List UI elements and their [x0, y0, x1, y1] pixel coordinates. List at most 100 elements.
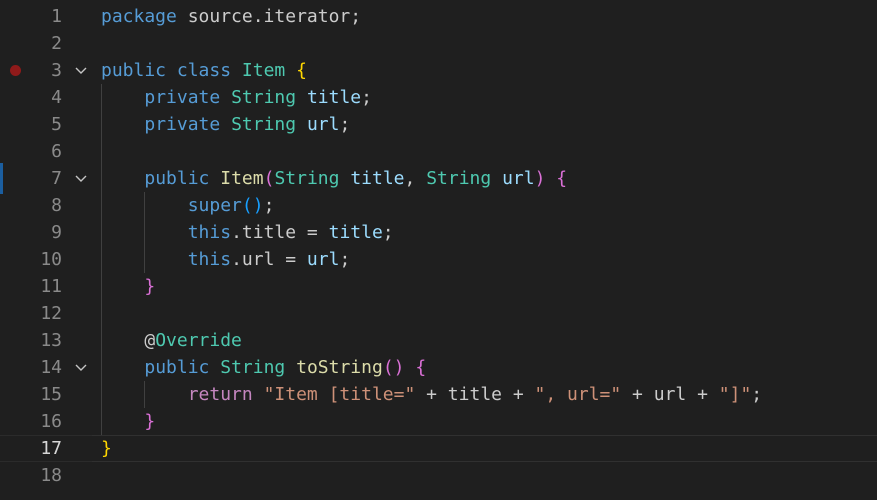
- line-number[interactable]: 6: [22, 141, 62, 163]
- code-token: (: [263, 168, 275, 189]
- code-line[interactable]: 15 return "Item [title=" + title + ", ur…: [0, 381, 877, 408]
- code-text[interactable]: public class Item {: [101, 60, 307, 82]
- code-token: + title +: [415, 384, 535, 405]
- code-line[interactable]: 2: [0, 30, 877, 57]
- code-token: private: [144, 114, 221, 135]
- code-token: return: [187, 384, 253, 405]
- code-token: {: [556, 168, 568, 189]
- code-token: ;: [263, 195, 275, 216]
- code-token: url: [306, 114, 340, 135]
- line-number[interactable]: 17: [22, 438, 62, 460]
- chevron-down-icon[interactable]: [74, 357, 90, 377]
- line-number[interactable]: 18: [22, 465, 62, 487]
- code-line[interactable]: 7 public Item(String title, String url) …: [0, 165, 877, 192]
- code-text[interactable]: }: [101, 411, 155, 433]
- code-token: public: [144, 168, 210, 189]
- line-number[interactable]: 11: [22, 276, 62, 298]
- code-text[interactable]: return "Item [title=" + title + ", url="…: [101, 384, 762, 406]
- code-text[interactable]: super();: [101, 195, 275, 217]
- code-token: package: [101, 6, 177, 27]
- code-line[interactable]: 1 package source.iterator;: [0, 3, 877, 30]
- breakpoint-icon[interactable]: [10, 65, 21, 76]
- code-line[interactable]: 13 @Override: [0, 327, 877, 354]
- code-line[interactable]: 17}: [0, 435, 877, 462]
- code-text[interactable]: }: [101, 438, 112, 460]
- line-number[interactable]: 2: [22, 33, 62, 55]
- line-number[interactable]: 10: [22, 249, 62, 271]
- code-line[interactable]: 6: [0, 138, 877, 165]
- code-line[interactable]: 16 }: [0, 408, 877, 435]
- code-token: (): [382, 357, 405, 378]
- code-token: }: [144, 276, 156, 297]
- code-line[interactable]: 12: [0, 300, 877, 327]
- code-token: ;: [751, 384, 763, 405]
- code-text[interactable]: public String toString() {: [101, 357, 426, 379]
- code-token: String: [274, 168, 340, 189]
- code-token: String: [426, 168, 492, 189]
- code-text[interactable]: @Override: [101, 330, 242, 352]
- line-number[interactable]: 4: [22, 87, 62, 109]
- code-token: public: [101, 60, 167, 81]
- code-line[interactable]: 9 this.title = title;: [0, 219, 877, 246]
- code-line[interactable]: 8 super();: [0, 192, 877, 219]
- line-number[interactable]: 15: [22, 384, 62, 406]
- code-line[interactable]: 10 this.url = url;: [0, 246, 877, 273]
- line-number[interactable]: 16: [22, 411, 62, 433]
- code-token: {: [296, 60, 307, 81]
- code-token: super: [187, 195, 242, 216]
- line-number[interactable]: 3: [22, 60, 62, 82]
- code-token: url: [306, 249, 340, 270]
- code-line[interactable]: 14 public String toString() {: [0, 354, 877, 381]
- line-number[interactable]: 14: [22, 357, 62, 379]
- code-text[interactable]: package source.iterator;: [101, 6, 361, 28]
- code-token: (): [241, 195, 264, 216]
- code-token: ): [534, 168, 546, 189]
- code-token: String: [220, 357, 286, 378]
- line-number[interactable]: 5: [22, 114, 62, 136]
- line-number[interactable]: 9: [22, 222, 62, 244]
- chevron-down-icon[interactable]: [74, 168, 90, 188]
- code-line[interactable]: 18: [0, 462, 877, 489]
- code-token: ;: [382, 222, 394, 243]
- code-token: ;: [339, 114, 351, 135]
- code-token: this: [187, 249, 232, 270]
- line-number[interactable]: 13: [22, 330, 62, 352]
- code-text[interactable]: private String title;: [101, 87, 372, 109]
- line-number[interactable]: 8: [22, 195, 62, 217]
- code-token: ;: [339, 249, 351, 270]
- line-number[interactable]: 7: [22, 168, 62, 190]
- code-line[interactable]: 4 private String title;: [0, 84, 877, 111]
- code-token: ;: [361, 87, 372, 108]
- code-token: .url =: [231, 249, 307, 270]
- code-token: Override: [155, 330, 242, 351]
- code-line[interactable]: 3 public class Item {: [0, 57, 877, 84]
- line-number[interactable]: 12: [22, 303, 62, 325]
- code-line[interactable]: 11 }: [0, 273, 877, 300]
- code-line[interactable]: 5 private String url;: [0, 111, 877, 138]
- code-token: ", url=": [534, 384, 622, 405]
- line-number[interactable]: 1: [22, 6, 62, 28]
- code-text[interactable]: this.url = url;: [101, 249, 351, 271]
- code-token: private: [144, 87, 221, 108]
- code-token: .title =: [231, 222, 329, 243]
- code-text[interactable]: private String url;: [101, 114, 350, 136]
- code-text[interactable]: }: [101, 276, 155, 298]
- current-line-highlight: [92, 435, 877, 462]
- code-token: title: [350, 168, 405, 189]
- indent-guide: [144, 192, 145, 273]
- code-token: Item: [241, 60, 286, 81]
- code-text[interactable]: public Item(String title, String url) {: [101, 168, 567, 190]
- chevron-down-icon[interactable]: [74, 60, 90, 80]
- code-token: "Item [title=": [263, 384, 416, 405]
- code-editor[interactable]: 1 package source.iterator; 2 3 public class …: [0, 0, 877, 500]
- code-token: public: [144, 357, 210, 378]
